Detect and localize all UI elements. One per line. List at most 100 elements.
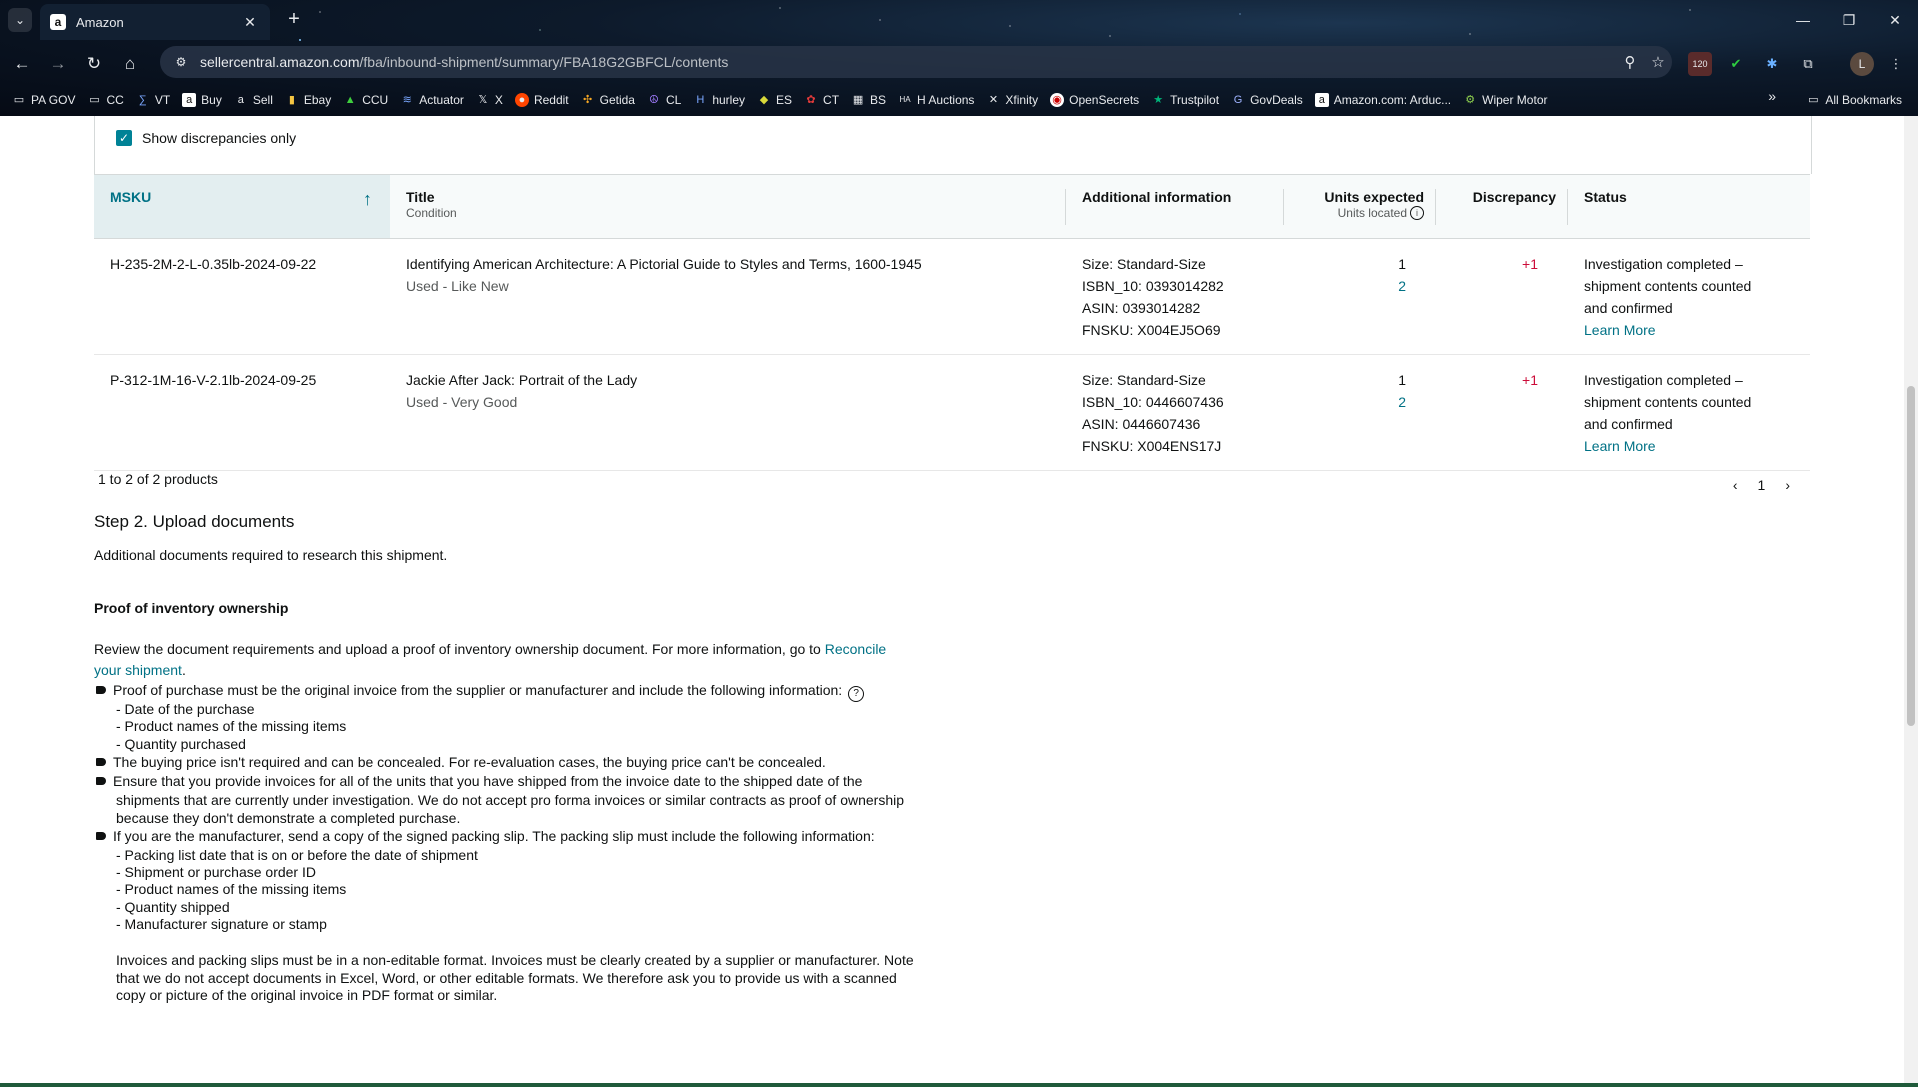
trustpilot-star-icon: ★ — [1153, 94, 1164, 106]
sort-ascending-arrow-icon[interactable]: ↑ — [363, 189, 372, 210]
extensions-icon[interactable]: ⧉ — [1796, 52, 1820, 76]
menu-kebab-icon[interactable]: ⋮ — [1884, 52, 1908, 76]
product-title: Identifying American Architecture: A Pic… — [406, 256, 922, 272]
reload-icon[interactable]: ↻ — [80, 50, 108, 78]
bookmark-item[interactable]: HA H Auctions — [892, 88, 980, 112]
status-header-label: Status — [1584, 189, 1627, 205]
bullet-text: If you are the manufacturer, send a copy… — [113, 828, 875, 844]
status-text-line: and confirmed — [1584, 416, 1673, 432]
bookmark-item[interactable]: ✣ Getida — [575, 88, 641, 112]
bookmark-item[interactable]: ▭ CC — [81, 88, 129, 112]
tab-search-chevron-icon[interactable]: ⌄ — [8, 8, 32, 32]
checkbox-checked-icon[interactable]: ✓ — [116, 130, 132, 146]
step-2-heading: Step 2. Upload documents — [94, 512, 295, 531]
bookmark-item[interactable]: a Buy — [176, 88, 228, 112]
column-header-msku[interactable]: MSKU ↑ — [94, 174, 390, 239]
peace-icon: ☮ — [649, 94, 659, 106]
puzzle-extension-icon[interactable]: ✱ — [1760, 52, 1784, 76]
home-icon[interactable]: ⌂ — [116, 50, 144, 78]
ccu-icon: ▲ — [344, 94, 356, 106]
new-tab-plus-icon[interactable]: + — [282, 8, 306, 32]
bookmark-item[interactable]: ∑ VT — [130, 88, 176, 112]
fnsku-text: FNSKU: X004EJ5O69 — [1082, 322, 1221, 338]
bookmark-item[interactable]: ☮ CL — [641, 88, 687, 112]
requirement-bullet: The buying price isn't required and can … — [94, 752, 954, 773]
column-header-discrepancy: Discrepancy — [1436, 174, 1568, 239]
show-discrepancies-filter[interactable]: ✓ Show discrepancies only — [116, 130, 296, 146]
pagination: ‹ 1 › — [1723, 477, 1800, 493]
bookmark-item[interactable]: ▮ Ebay — [279, 88, 337, 112]
next-page-chevron-icon[interactable]: › — [1785, 477, 1790, 493]
bookmark-item[interactable]: ▦ BS — [845, 88, 892, 112]
table-row: H-235-2M-2-L-0.35lb-2024-09-22 Identifyi… — [94, 238, 1810, 355]
address-bar[interactable]: ⚙ sellercentral.amazon.com/fba/inbound-s… — [160, 46, 1672, 78]
status-cell: Investigation completed – shipment conte… — [1568, 238, 1810, 355]
help-question-icon[interactable]: ? — [848, 686, 865, 702]
bookmark-item[interactable]: ◆ ES — [751, 88, 798, 112]
bookmark-item[interactable]: a Sell — [228, 88, 279, 112]
reconcile-link[interactable]: Reconcile — [825, 641, 886, 657]
getida-icon: ✣ — [583, 94, 593, 106]
bookmark-item[interactable]: ◉ OpenSecrets — [1044, 88, 1145, 112]
units-located-link[interactable]: 2 — [1300, 275, 1406, 297]
all-bookmarks[interactable]: ▭ All Bookmarks — [1800, 88, 1908, 112]
bookmark-item[interactable]: ★ Trustpilot — [1145, 88, 1225, 112]
scrollbar-thumb[interactable] — [1907, 386, 1915, 726]
check-extension-icon[interactable]: ✔ — [1724, 52, 1748, 76]
isbn-text: ISBN_10: 0393014282 — [1082, 278, 1224, 294]
title-header-label: Title — [406, 189, 435, 205]
bookmark-item[interactable]: 𝕏X — [470, 88, 509, 112]
reconcile-link-cont[interactable]: your shipment — [94, 662, 182, 678]
bullet-icon — [96, 758, 106, 766]
hurley-icon: H — [696, 94, 705, 106]
bookmark-item[interactable]: ● Reddit — [509, 88, 575, 112]
minimize-icon[interactable]: — — [1780, 6, 1826, 34]
bookmark-item[interactable]: ▭ PA GOV — [6, 88, 81, 112]
info-icon[interactable]: i — [1410, 206, 1424, 220]
forward-arrow-icon[interactable]: → — [44, 50, 72, 78]
current-page[interactable]: 1 — [1758, 477, 1766, 493]
bookmark-item[interactable]: ✕ Xfinity — [980, 88, 1044, 112]
profile-avatar[interactable]: L — [1850, 52, 1874, 76]
bookmark-item[interactable]: G GovDeals — [1225, 88, 1309, 112]
intro-text: Review the document requirements and upl… — [94, 641, 825, 657]
additional-info-header-label: Additional information — [1082, 189, 1232, 205]
calendar-extension-icon[interactable]: 120 — [1688, 52, 1712, 76]
url-text[interactable]: sellercentral.amazon.com/fba/inbound-shi… — [200, 54, 1616, 70]
discrepancy-value: +1 — [1436, 238, 1568, 355]
units-located-header: Units located i — [1300, 206, 1424, 220]
site-info-icon[interactable]: ⚙ — [172, 53, 190, 71]
show-discrepancies-label: Show discrepancies only — [142, 130, 297, 146]
bookmark-item[interactable]: ≋ Actuator — [394, 88, 470, 112]
prev-page-chevron-icon[interactable]: ‹ — [1733, 477, 1738, 493]
status-text-line: shipment contents counted — [1584, 278, 1752, 294]
amazon-favicon-icon: a — [50, 14, 66, 30]
msku-cell: H-235-2M-2-L-0.35lb-2024-09-22 — [94, 238, 390, 355]
units-located-link[interactable]: 2 — [1300, 391, 1406, 413]
column-header-additional-info: Additional information — [1066, 174, 1284, 239]
column-header-title: Title Condition — [390, 174, 1066, 239]
status-text-line: Investigation completed – — [1584, 372, 1743, 388]
amazon-icon: a — [237, 94, 244, 106]
window-close-icon[interactable]: ✕ — [1872, 6, 1918, 34]
bookmark-item[interactable]: ✿ CT — [798, 88, 845, 112]
zoom-icon[interactable]: ⚲ — [1616, 53, 1644, 71]
back-arrow-icon[interactable]: ← — [8, 50, 36, 78]
bookmark-item[interactable]: ⚙ Wiper Motor — [1457, 88, 1553, 112]
bookmark-item[interactable]: ▲ CCU — [337, 88, 394, 112]
more-bookmarks-chevron-icon[interactable]: » — [1768, 88, 1776, 104]
bookmark-item[interactable]: a Amazon.com: Arduc... — [1309, 88, 1457, 112]
learn-more-link[interactable]: Learn More — [1584, 435, 1796, 457]
additional-info-cell: Size: Standard-Size ISBN_10: 0446607436 … — [1066, 354, 1284, 471]
product-condition: Used - Very Good — [406, 394, 518, 410]
amazon-icon: a — [182, 93, 197, 107]
restore-icon[interactable]: ❐ — [1826, 6, 1872, 34]
tab-amazon[interactable]: a Amazon ✕ — [40, 4, 270, 40]
ct-icon: ✿ — [806, 94, 816, 106]
learn-more-link[interactable]: Learn More — [1584, 319, 1796, 341]
table-footer: 1 to 2 of 2 products ‹ 1 › — [94, 471, 1810, 493]
close-tab-icon[interactable]: ✕ — [240, 12, 260, 32]
page-scrollbar[interactable] — [1904, 116, 1918, 1087]
bookmark-item[interactable]: Hhurley — [687, 88, 751, 112]
bookmark-star-icon[interactable]: ☆ — [1644, 53, 1672, 71]
